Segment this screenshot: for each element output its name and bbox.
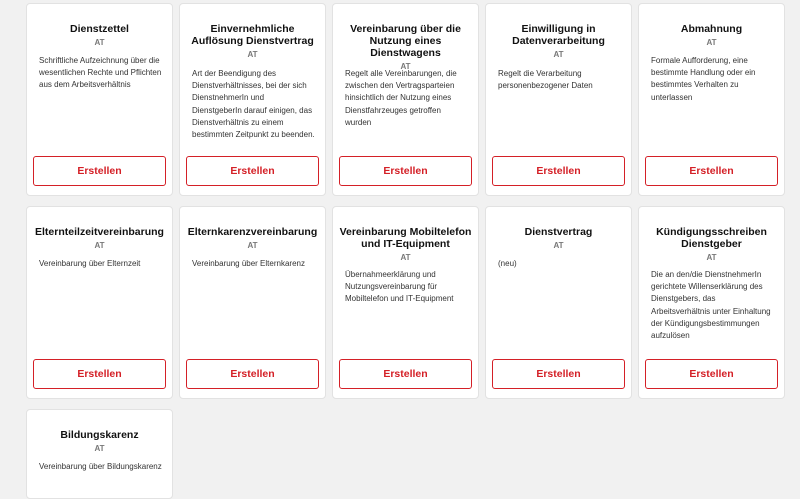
card-description: Vereinbarung über Elternkarenz	[192, 259, 305, 268]
card-description: Regelt die Verarbeitung personenbezogene…	[498, 69, 593, 91]
create-button-dienstzettel[interactable]: Erstellen	[33, 156, 166, 186]
card-title: Elternteilzeitvereinbarung	[35, 226, 164, 238]
template-card-dienstzettel: Dienstzettel AT Schriftliche Aufzeichnun…	[26, 3, 173, 196]
card-region: AT	[94, 444, 105, 453]
card-description: Vereinbarung über Bildungskarenz	[39, 462, 162, 471]
create-button-dienstwagen[interactable]: Erstellen	[339, 156, 472, 186]
card-title: Vereinbarung über die Nutzung eines Dien…	[350, 23, 461, 59]
card-region: AT	[706, 253, 717, 262]
card-region: AT	[706, 38, 717, 47]
card-description: Schriftliche Aufzeichnung über die wesen…	[39, 56, 162, 90]
create-button-mobiltelefon[interactable]: Erstellen	[339, 359, 472, 389]
template-card-mobiltelefon: Vereinbarung Mobiltelefon und IT-Equipme…	[332, 206, 479, 399]
template-card-einvernehmliche-aufloesung: Einvernehmliche Auflösung Dienstvertrag …	[179, 3, 326, 196]
card-description: Formale Aufforderung, eine bestimmte Han…	[651, 56, 756, 102]
card-region: AT	[247, 50, 258, 59]
card-region: AT	[553, 241, 564, 250]
card-title: Dienstzettel	[70, 23, 129, 35]
card-description: Regelt alle Vereinbarungen, die zwischen…	[345, 69, 457, 127]
create-button-kuendigungsschreiben[interactable]: Erstellen	[645, 359, 778, 389]
create-button-elternteilzeit[interactable]: Erstellen	[33, 359, 166, 389]
card-title: Einwilligung in Datenverarbeitung	[512, 23, 605, 47]
card-description: Die an den/die DienstnehmerIn gerichtete…	[651, 270, 771, 341]
card-title: Kündigungsschreiben Dienstgeber	[656, 226, 767, 250]
create-button-einvernehmliche-aufloesung[interactable]: Erstellen	[186, 156, 319, 186]
template-card-datenverarbeitung: Einwilligung in Datenverarbeitung AT Reg…	[485, 3, 632, 196]
card-description: Übernahmeerklärung und Nutzungsvereinbar…	[345, 270, 454, 304]
card-title: Bildungskarenz	[60, 429, 139, 441]
template-card-abmahnung: Abmahnung AT Formale Aufforderung, eine …	[638, 3, 785, 196]
card-description: (neu)	[498, 259, 517, 268]
template-grid: Dienstzettel AT Schriftliche Aufzeichnun…	[0, 0, 800, 499]
card-title: Einvernehmliche Auflösung Dienstvertrag	[191, 23, 314, 47]
template-card-dienstvertrag: Dienstvertrag AT (neu) Erstellen	[485, 206, 632, 399]
card-title: Abmahnung	[680, 23, 743, 35]
card-region: AT	[94, 241, 105, 250]
template-card-kuendigungsschreiben: Kündigungsschreiben Dienstgeber AT Die a…	[638, 206, 785, 399]
card-region: AT	[553, 50, 564, 59]
template-card-elternkarenz: Elternkarenzvereinbarung AT Vereinbarung…	[179, 206, 326, 399]
card-title: Elternkarenzvereinbarung	[187, 226, 318, 238]
card-region: AT	[247, 241, 258, 250]
create-button-abmahnung[interactable]: Erstellen	[645, 156, 778, 186]
template-card-elternteilzeit: Elternteilzeitvereinbarung AT Vereinbaru…	[26, 206, 173, 399]
create-button-elternkarenz[interactable]: Erstellen	[186, 359, 319, 389]
card-description: Art der Beendigung des Dienstverhältniss…	[192, 69, 315, 140]
card-title: Vereinbarung Mobiltelefon und IT-Equipme…	[339, 226, 472, 250]
card-title: Dienstvertrag	[524, 226, 593, 238]
template-card-bildungskarenz: Bildungskarenz AT Vereinbarung über Bild…	[26, 409, 173, 499]
card-region: AT	[94, 38, 105, 47]
create-button-dienstvertrag[interactable]: Erstellen	[492, 359, 625, 389]
card-region: AT	[400, 253, 411, 262]
card-description: Vereinbarung über Elternzeit	[39, 259, 141, 268]
create-button-datenverarbeitung[interactable]: Erstellen	[492, 156, 625, 186]
template-card-dienstwagen: Vereinbarung über die Nutzung eines Dien…	[332, 3, 479, 196]
